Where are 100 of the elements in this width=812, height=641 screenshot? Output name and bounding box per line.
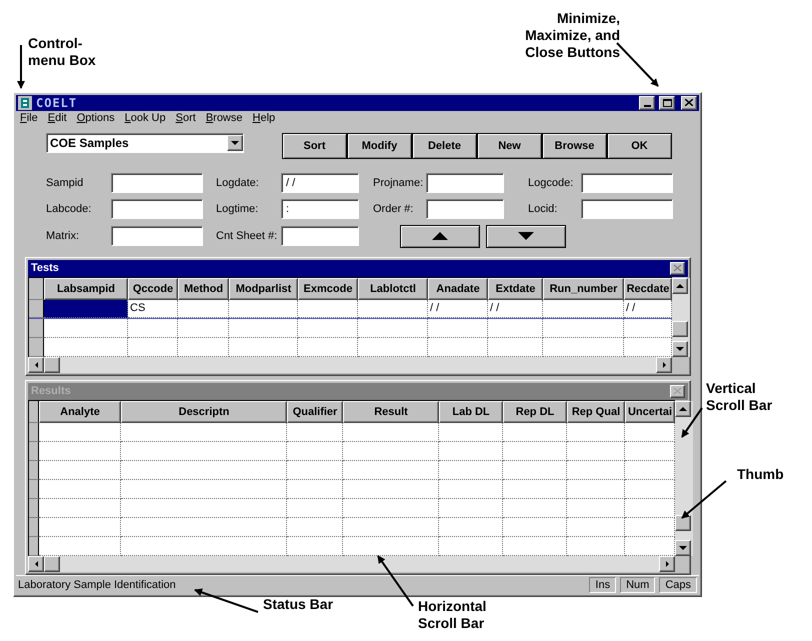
menu-item[interactable]: Options [76, 112, 115, 124]
column-header[interactable]: Qccode [128, 278, 178, 300]
table-cell [229, 318, 298, 338]
toolbar-button[interactable]: Browse [542, 132, 607, 159]
grid-row[interactable]: CS / / / / / / [29, 300, 672, 319]
table-cell [625, 480, 675, 499]
view-dropdown[interactable]: COE Samples [46, 132, 244, 153]
grid-row[interactable] [29, 422, 675, 442]
toolbar-button[interactable]: Modify [347, 132, 412, 159]
scroll-thumb[interactable] [44, 356, 60, 373]
row-selector[interactable] [29, 480, 39, 499]
scroll-thumb[interactable] [672, 320, 688, 337]
dropdown-button[interactable] [227, 134, 243, 151]
grid-row[interactable] [29, 318, 672, 338]
column-header[interactable]: Analyte [39, 400, 121, 423]
row-selector[interactable] [29, 338, 44, 357]
input-field[interactable] [281, 226, 359, 246]
column-header[interactable]: Anadate [428, 278, 488, 300]
vertical-scroll-bar[interactable] [675, 400, 693, 556]
input-field[interactable] [111, 226, 203, 246]
scroll-right-button[interactable] [659, 556, 675, 572]
table-cell [439, 442, 503, 461]
next-button[interactable] [486, 224, 566, 248]
toolbar-button[interactable]: New [477, 132, 542, 159]
scroll-down-button[interactable] [672, 340, 688, 357]
horizontal-scroll-bar[interactable] [28, 556, 675, 572]
toolbar-button[interactable]: OK [607, 132, 672, 159]
column-header[interactable]: Method [178, 278, 229, 300]
scroll-right-button[interactable] [656, 356, 672, 373]
maximize-icon [662, 98, 672, 107]
table-cell [298, 318, 358, 338]
close-button[interactable] [670, 384, 685, 398]
scroll-thumb[interactable] [675, 514, 691, 531]
vertical-scroll-bar[interactable] [672, 278, 690, 357]
toolbar-button[interactable]: Sort [282, 132, 347, 159]
close-button[interactable] [670, 262, 685, 275]
scroll-down-button[interactable] [675, 540, 691, 556]
column-header[interactable]: Recdate [624, 278, 672, 300]
menu-item[interactable]: Help [252, 112, 276, 124]
row-selector[interactable] [29, 460, 39, 480]
control-menu-icon[interactable] [18, 96, 32, 110]
input-field[interactable] [426, 172, 504, 193]
grid-row[interactable] [29, 442, 675, 461]
column-header[interactable]: Lab DL [439, 400, 503, 423]
column-header[interactable]: Rep Qual [567, 400, 625, 423]
grid-row[interactable] [29, 460, 675, 480]
scroll-left-button[interactable] [28, 356, 44, 373]
menu-item[interactable]: Sort [176, 112, 196, 124]
table-cell [488, 318, 543, 338]
scroll-left-button[interactable] [28, 556, 44, 572]
field-label: Projname: [373, 176, 424, 189]
input-field[interactable] [111, 198, 203, 219]
toolbar-button[interactable]: Delete [412, 132, 477, 159]
column-header[interactable]: Qualifier [287, 400, 343, 423]
row-selector[interactable] [29, 498, 39, 518]
column-header[interactable]: Descriptn [121, 400, 287, 423]
minimize-button[interactable] [639, 96, 655, 110]
grid-row[interactable] [29, 536, 675, 556]
input-field[interactable] [581, 198, 673, 219]
scroll-up-button[interactable] [675, 400, 691, 417]
input-field[interactable] [111, 172, 203, 193]
column-header[interactable]: Run_number [543, 278, 624, 300]
column-header[interactable]: Result [343, 400, 439, 423]
scroll-up-button[interactable] [672, 278, 688, 294]
panel-title: Tests [31, 262, 60, 274]
grid-row[interactable] [29, 480, 675, 499]
row-selector[interactable] [29, 536, 39, 556]
column-header[interactable]: Exmcode [298, 278, 358, 300]
menu-item[interactable]: File [20, 112, 38, 124]
input-field[interactable] [581, 172, 673, 193]
column-header[interactable]: Uncertai [625, 400, 675, 423]
grid-row[interactable] [29, 498, 675, 518]
row-selector[interactable] [29, 422, 39, 442]
menu-item[interactable]: Edit [48, 112, 67, 124]
maximize-button[interactable] [659, 96, 675, 110]
column-header[interactable]: Rep DL [503, 400, 567, 423]
menu-item[interactable]: Browse [206, 112, 242, 124]
column-header[interactable]: Extdate [488, 278, 543, 300]
input-field[interactable] [426, 198, 504, 219]
close-icon [685, 99, 693, 106]
table-cell [229, 300, 298, 318]
down-arrow-icon [676, 346, 684, 351]
row-selector[interactable] [29, 518, 39, 537]
grid-row[interactable] [29, 338, 672, 357]
column-header[interactable]: Lablotctl [358, 278, 428, 300]
column-header[interactable]: Labsampid [44, 278, 128, 300]
row-selector[interactable] [29, 318, 44, 338]
input-field[interactable]: / / [281, 172, 359, 193]
grid-row[interactable] [29, 518, 675, 537]
scroll-thumb[interactable] [44, 556, 60, 572]
row-selector[interactable] [29, 442, 39, 461]
previous-button[interactable] [400, 224, 480, 248]
input-field[interactable]: : [281, 198, 359, 219]
row-selector[interactable] [29, 300, 44, 318]
column-header[interactable]: Modparlist [229, 278, 298, 300]
menu-item[interactable]: Look Up [124, 112, 166, 124]
table-cell [624, 318, 672, 338]
close-button[interactable] [681, 96, 697, 110]
horizontal-scroll-bar[interactable] [28, 356, 672, 373]
table-cell [503, 498, 567, 518]
